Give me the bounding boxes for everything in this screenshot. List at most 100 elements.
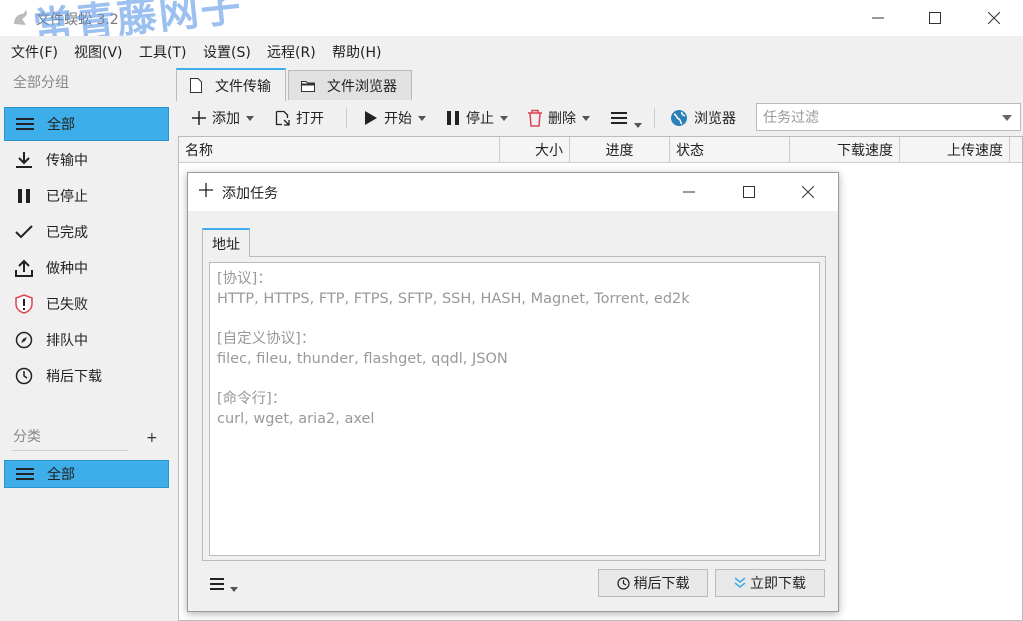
placeholder-line — [217, 369, 812, 389]
delete-label: 删除 — [548, 111, 576, 127]
dialog-menu-button[interactable] — [210, 575, 238, 592]
sidebar-item-completed[interactable]: 已完成 — [4, 215, 169, 249]
menu-remote[interactable]: 远程(R) — [267, 42, 316, 62]
menu-help[interactable]: 帮助(H) — [332, 42, 381, 62]
delete-button[interactable]: 删除 — [526, 105, 590, 131]
list-icon — [15, 114, 35, 134]
play-icon — [362, 109, 380, 127]
browser-label: 浏览器 — [694, 111, 736, 127]
close-button[interactable] — [971, 0, 1017, 36]
check-icon — [14, 222, 34, 242]
table-header: 名称 大小 进度 状态 下载速度 上传速度 — [179, 137, 1022, 163]
column-status[interactable]: 状态 — [670, 137, 790, 163]
app-logo-icon — [10, 8, 30, 28]
start-button[interactable]: 开始 — [362, 105, 426, 131]
sidebar-item-label: 已失败 — [46, 297, 88, 313]
double-chevron-down-icon — [734, 577, 746, 589]
hamburger-menu-icon — [610, 109, 628, 127]
task-filter-input[interactable]: 任务过滤 — [756, 103, 1021, 131]
compass-icon — [14, 330, 34, 350]
menu-tools[interactable]: 工具(T) — [139, 42, 186, 62]
menu-file[interactable]: 文件(F) — [11, 42, 58, 62]
url-textarea[interactable]: [协议]： HTTP, HTTPS, FTP, FTPS, SFTP, SSH,… — [209, 262, 820, 556]
column-name[interactable]: 名称 — [179, 137, 500, 163]
sidebar-item-label: 全部 — [47, 117, 75, 133]
tab-label: 文件浏览器 — [327, 78, 397, 95]
column-progress[interactable]: 进度 — [570, 137, 670, 163]
sidebar-item-label: 排队中 — [46, 333, 88, 349]
stop-label: 停止 — [466, 111, 494, 127]
upload-icon — [14, 258, 34, 278]
sidebar-item-seeding[interactable]: 做种中 — [4, 251, 169, 285]
file-icon — [187, 77, 205, 95]
sidebar-item-failed[interactable]: 已失败 — [4, 287, 169, 321]
sidebar-item-all[interactable]: 全部 — [4, 107, 169, 141]
download-now-button[interactable]: 立即下载 — [715, 569, 825, 597]
chevron-down-icon — [582, 115, 590, 121]
chevron-down-icon[interactable] — [1002, 115, 1012, 121]
divider — [12, 450, 128, 451]
sidebar-item-queued[interactable]: 排队中 — [4, 323, 169, 357]
stop-button[interactable]: 停止 — [444, 105, 508, 131]
sidebar-item-later[interactable]: 稍后下载 — [4, 359, 169, 393]
placeholder-line: [协议]： — [217, 271, 272, 287]
category-title: 分类 — [13, 429, 41, 445]
hamburger-menu-icon — [210, 577, 224, 590]
tab-file-transfer[interactable]: 文件传输 — [176, 68, 286, 101]
open-button[interactable]: 打开 — [274, 105, 324, 131]
menu-settings[interactable]: 设置(S) — [203, 42, 251, 62]
title-bar: 文件蜈蚣 3.2 常青藤网子 — [0, 0, 1023, 52]
placeholder-line: HTTP, HTTPS, FTP, FTPS, SFTP, SSH, HASH,… — [217, 291, 690, 307]
list-icon — [15, 464, 35, 484]
add-button[interactable]: 添加 — [190, 105, 254, 131]
group-title: 全部分组 — [13, 75, 69, 91]
dialog-title: 添加任务 — [222, 186, 278, 202]
add-label: 添加 — [212, 111, 240, 127]
column-size[interactable]: 大小 — [500, 137, 570, 163]
placeholder-line: [命令行]： — [217, 391, 287, 407]
dialog-minimize-button[interactable] — [674, 177, 704, 207]
more-menu-button[interactable] — [610, 105, 642, 131]
add-task-dialog: 添加任务 地址 [协议]： HTTP, HTTPS, FTP, FTPS, SF… — [187, 172, 839, 612]
browser-button[interactable]: 浏览器 — [670, 105, 736, 131]
maximize-button[interactable] — [912, 0, 958, 36]
sidebar-item-transferring[interactable]: 传输中 — [4, 143, 169, 177]
download-later-button[interactable]: 稍后下载 — [598, 569, 708, 597]
tab-address[interactable]: 地址 — [202, 228, 250, 257]
menu-view[interactable]: 视图(V) — [74, 42, 123, 62]
sidebar-item-stopped[interactable]: 已停止 — [4, 179, 169, 213]
minimize-button[interactable] — [855, 0, 901, 36]
category-item-all[interactable]: 全部 — [4, 460, 169, 488]
toolbar-separator — [654, 108, 655, 128]
globe-icon — [670, 109, 688, 127]
start-label: 开始 — [384, 111, 412, 127]
chevron-down-icon — [230, 587, 238, 592]
add-category-button[interactable]: + — [146, 430, 158, 446]
clock-icon — [14, 366, 34, 386]
toolbar: 添加 打开 开始 停止 删除 浏览器 任务过滤 — [176, 100, 1023, 136]
download-icon — [14, 150, 34, 170]
folder-icon — [299, 77, 317, 95]
tab-file-browser[interactable]: 文件浏览器 — [288, 70, 412, 100]
open-label: 打开 — [296, 111, 324, 127]
clock-icon — [616, 576, 630, 590]
category-item-label: 全部 — [47, 467, 75, 483]
dialog-maximize-button[interactable] — [734, 177, 764, 207]
sidebar-item-label: 稍后下载 — [46, 369, 102, 385]
placeholder-line: curl, wget, aria2, axel — [217, 411, 375, 427]
menu-bar: 文件(F) 视图(V) 工具(T) 设置(S) 远程(R) 帮助(H) — [0, 36, 1023, 64]
open-file-icon — [274, 109, 292, 127]
chevron-down-icon — [634, 122, 642, 128]
chevron-down-icon — [500, 115, 508, 121]
dialog-close-button[interactable] — [793, 177, 823, 207]
chevron-down-icon — [418, 115, 426, 121]
pause-icon — [444, 109, 462, 127]
sidebar-item-label: 已完成 — [46, 225, 88, 241]
filter-placeholder: 任务过滤 — [763, 110, 819, 126]
tab-label: 文件传输 — [215, 78, 271, 95]
sidebar-item-label: 传输中 — [46, 153, 88, 169]
column-upload-speed[interactable]: 上传速度 — [900, 137, 1010, 163]
plus-icon — [199, 183, 213, 201]
column-download-speed[interactable]: 下载速度 — [790, 137, 900, 163]
sidebar-item-label: 做种中 — [46, 261, 88, 277]
